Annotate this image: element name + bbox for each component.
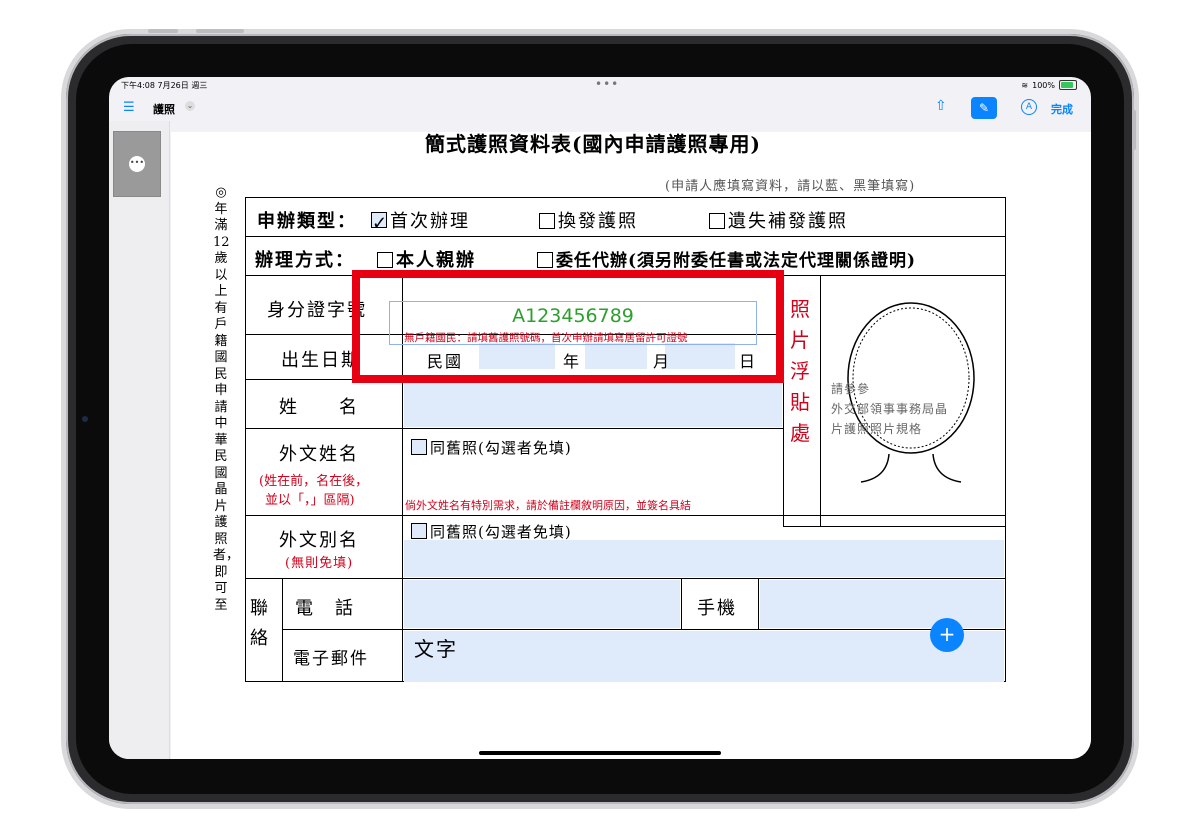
foreign-name-note-1: (姓在前，名在後， (259, 474, 369, 489)
alias-field[interactable] (404, 540, 1004, 577)
add-button[interactable]: + (930, 618, 964, 652)
multitask-dots[interactable]: ••• (595, 77, 619, 91)
status-time: 下午4:08 7月26日 週三 (121, 81, 208, 90)
portrait-outline-icon (847, 302, 975, 483)
alias-label: 外文別名 (279, 530, 359, 551)
mobile-label: 手機 (697, 598, 737, 619)
page-thumbnail[interactable]: ••• (113, 131, 161, 197)
same-old-label: 同舊照(勾選者免填) (430, 439, 572, 457)
foreign-name-label: 外文姓名 (279, 444, 359, 465)
name-field[interactable] (404, 381, 782, 427)
phone-label: 電 話 (295, 598, 355, 619)
method-label: 辦理方式： (255, 250, 355, 271)
phone-field[interactable] (404, 580, 680, 628)
birth-label: 出生日期 (281, 350, 361, 371)
email-field[interactable] (404, 631, 1004, 682)
form-title: 簡式護照資料表(國內申請護照專用) (425, 132, 761, 156)
power-button (1132, 110, 1136, 150)
text-annotation[interactable]: 文字 (414, 633, 458, 662)
highlight-box (352, 270, 784, 383)
status-bar: 下午4:08 7月26日 週三 ••• ≋ 100% (109, 77, 1091, 95)
volume-button (148, 29, 178, 33)
foreign-name-special-note: 倘外文姓名有特別需求，請於備註欄敘明原因，並簽名具結 (405, 499, 691, 512)
alias-note: (無則免填) (285, 556, 354, 571)
markup-icon[interactable]: ✎ (971, 97, 997, 119)
method-option-label: 本人親辦 (396, 250, 476, 271)
toolbar: ☰ 護照 ⌄ ⇧ ✎ A 完成 (109, 95, 1091, 121)
apply-option-label: 遺失補發護照 (728, 211, 848, 232)
volume-button (196, 29, 244, 33)
apply-option-label: 首次辦理 (390, 211, 470, 232)
photo-ref-2: 外交部領事事務局晶 (831, 402, 949, 416)
method-option-agent[interactable]: 委任代辦(須另附委任書或法定代理關係證明) (537, 246, 916, 271)
apply-option-lost[interactable]: 遺失補發護照 (709, 207, 848, 233)
battery-percent: 100% (1032, 80, 1055, 90)
photo-label: 照片浮貼處 (790, 297, 812, 445)
chevron-down-icon[interactable]: ⌄ (185, 101, 195, 111)
mobile-field[interactable] (760, 580, 1004, 628)
share-icon[interactable]: ⇧ (935, 98, 947, 114)
method-option-label: 委任代辦(須另附委任書或法定代理關係證明) (556, 251, 917, 271)
email-label: 電子郵件 (293, 649, 369, 669)
foreign-name-note-2: 並以「，」區隔) (265, 493, 355, 508)
contact-label: 聯絡 (250, 598, 270, 649)
form-subtitle: (申請人應填寫資料，請以藍、黑筆填寫) (665, 179, 916, 194)
method-option-self[interactable]: 本人親辦 (377, 246, 476, 272)
apply-option-renew[interactable]: 換發護照 (539, 207, 638, 233)
alias-same-old[interactable]: 同舊照(勾選者免填) (411, 521, 572, 542)
side-note: ◎年滿12歲以上有戶籍國民申請中華民國晶片護照者，即可至 (213, 185, 240, 613)
list-icon[interactable]: ☰ (123, 100, 135, 115)
document-title[interactable]: 護照 (153, 101, 175, 117)
battery-icon (1059, 80, 1077, 90)
thumbnail-sidebar: ••• (109, 121, 170, 759)
apply-type-label: 申辦類型： (257, 211, 357, 232)
name-label: 姓 名 (279, 397, 359, 418)
foreign-name-same-old[interactable]: 同舊照(勾選者免填) (411, 437, 572, 458)
photo-ref-1: 請參參 (831, 382, 871, 396)
same-old-label: 同舊照(勾選者免填) (430, 523, 572, 541)
camera (82, 416, 88, 422)
home-indicator[interactable] (479, 751, 721, 755)
photo-ref-3: 片護照照片規格 (831, 422, 923, 436)
pen-icon[interactable]: A (1021, 99, 1037, 115)
apply-option-first[interactable]: ✓首次辦理 (371, 207, 470, 234)
done-button[interactable]: 完成 (1051, 101, 1073, 117)
wifi-icon: ≋ (1021, 80, 1029, 90)
apply-option-label: 換發護照 (558, 211, 638, 232)
more-icon[interactable]: ••• (129, 156, 145, 172)
